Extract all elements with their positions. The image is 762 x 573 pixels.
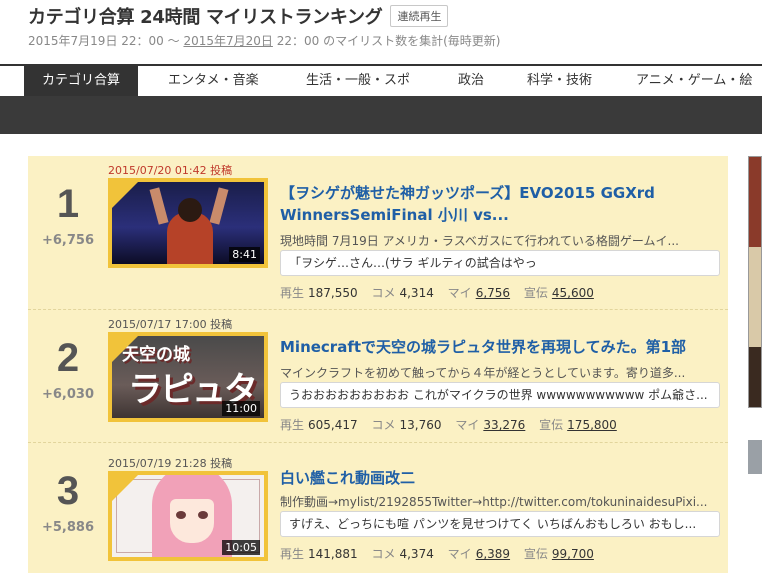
post-date: 2015/07/19 21:28 投稿: [108, 457, 233, 470]
period-end-date-link[interactable]: 2015年7月20日: [183, 34, 272, 48]
period-text: 2015年7月19日 22：00 〜 2015年7月20日 22：00 のマイリ…: [28, 32, 500, 49]
video-length: 8:41: [229, 247, 260, 262]
video-title-link[interactable]: Minecraftで天空の城ラピュタ世界を再現してみた。第1部: [280, 336, 720, 358]
ad-label: 宣伝: [539, 418, 564, 432]
video-description: 制作動画→mylist/2192855Twitter→http://twitte…: [280, 495, 708, 509]
ad-label: 宣伝: [523, 286, 548, 300]
share-icon[interactable]: [748, 440, 762, 474]
continuous-play-button[interactable]: 連続再生: [390, 5, 449, 27]
period-separator: 〜: [163, 34, 184, 48]
video-thumbnail[interactable]: 8:41: [108, 178, 268, 268]
video-length: 11:00: [222, 401, 260, 416]
ad-points-link[interactable]: 175,800: [567, 418, 617, 432]
star-badge-icon: [112, 475, 138, 501]
video-stats: 再生 141,881 コメ 4,374 マイ 6,389 宣伝 99,700: [280, 545, 594, 562]
comments-label: コメ: [371, 286, 396, 300]
ad-points-link[interactable]: 45,600: [552, 286, 594, 300]
views-label: 再生: [280, 547, 305, 561]
views-label: 再生: [280, 286, 305, 300]
rank-number: 2: [56, 336, 80, 380]
video-description: マインクラフトを初めて触ってから４年が経とうとしています。寄り道多...: [280, 366, 686, 380]
ranking-item-2: 2 +6,030 2015/07/17 17:00 投稿 天空の城 ラピュタ 1…: [28, 309, 728, 449]
latest-comments: うおおおおおおおおお これがマイクラの世界 wwwwwwwwwww ポム爺さ..…: [280, 382, 720, 408]
video-stats: 再生 187,550 コメ 4,314 マイ 6,756 宣伝 45,600: [280, 284, 594, 301]
ranking-item-1: 1 +6,756 2015/07/20 01:42 投稿 8:41 【ヲシゲが魅…: [28, 156, 728, 300]
mylist-increase: +5,886: [41, 520, 94, 535]
views-count: 141,881: [308, 547, 358, 561]
video-thumbnail[interactable]: 天空の城 ラピュタ 11:00: [108, 332, 268, 422]
mylist-label: マイ: [455, 418, 480, 432]
comments-label: コメ: [371, 418, 396, 432]
video-title-link[interactable]: 【ヲシゲが魅せた神ガッツポーズ】EVO2015 GGXrd WinnersSem…: [280, 182, 720, 226]
latest-comments: 「ヲシゲ…さん…(サラ ギルティの試合はやっ: [280, 250, 720, 276]
tab-entertainment-music[interactable]: エンタメ・音楽: [168, 66, 259, 96]
category-tabs: カテゴリ合算 エンタメ・音楽 生活・一般・スポ 政治 科学・技術 アニメ・ゲーム…: [0, 64, 762, 96]
mylist-increase: +6,030: [41, 387, 94, 402]
video-stats: 再生 605,417 コメ 13,760 マイ 33,276 宣伝 175,800: [280, 416, 617, 433]
mylist-count-link[interactable]: 6,756: [476, 286, 510, 300]
ad-points-link[interactable]: 99,700: [552, 547, 594, 561]
mylist-label: マイ: [447, 286, 472, 300]
ranking-list: 1 +6,756 2015/07/20 01:42 投稿 8:41 【ヲシゲが魅…: [28, 156, 728, 573]
video-description: 現地時間 7月19日 アメリカ・ラスベガスにて行われている格闘ゲームイ...: [280, 234, 679, 248]
rank-number: 1: [56, 182, 80, 226]
tab-science-tech[interactable]: 科学・技術: [527, 66, 592, 96]
tab-anime-game-art[interactable]: アニメ・ゲーム・絵: [636, 66, 752, 96]
period-start: 2015年7月19日 22：00: [28, 34, 164, 48]
ad-label: 宣伝: [523, 547, 548, 561]
comments-count: 4,374: [399, 547, 434, 561]
mylist-label: マイ: [447, 547, 472, 561]
comments-label: コメ: [371, 547, 396, 561]
latest-comments: すげえ、どっちにも喧 パンツを見せつけてく いちばんおもしろい おもし...: [280, 511, 720, 537]
rank-number: 3: [56, 469, 80, 513]
views-count: 187,550: [308, 286, 358, 300]
video-title-link[interactable]: 白い艦これ動画改二: [280, 467, 720, 489]
mylist-count-link[interactable]: 6,389: [476, 547, 510, 561]
ranking-item-3: 3 +5,886 2015/07/19 21:28 投稿 10:05 白い艦これ…: [28, 442, 728, 573]
mylist-count-link[interactable]: 33,276: [483, 418, 525, 432]
views-count: 605,417: [308, 418, 358, 432]
post-date: 2015/07/20 01:42 投稿: [108, 164, 233, 177]
video-length: 10:05: [222, 540, 260, 555]
star-badge-icon: [112, 182, 138, 208]
comments-count: 13,760: [399, 418, 442, 432]
period-end-time: 22：00 のマイリスト数を集計(毎時更新): [272, 34, 501, 48]
page-title: カテゴリ合算 24時間 マイリストランキング: [28, 7, 383, 28]
sub-navigation-bar: [0, 96, 762, 134]
comments-count: 4,314: [399, 286, 434, 300]
tab-politics[interactable]: 政治: [458, 66, 484, 96]
views-label: 再生: [280, 418, 305, 432]
post-date: 2015/07/17 17:00 投稿: [108, 318, 233, 331]
ranking-header: カテゴリ合算 24時間 マイリストランキング 連続再生: [28, 4, 449, 28]
star-badge-icon: [112, 336, 138, 362]
tab-all-categories[interactable]: カテゴリ合算: [24, 66, 139, 96]
side-advertisement[interactable]: [748, 156, 762, 408]
mylist-increase: +6,756: [41, 233, 94, 248]
video-thumbnail[interactable]: 10:05: [108, 471, 268, 561]
tab-life-general-sports[interactable]: 生活・一般・スポ: [306, 66, 410, 96]
